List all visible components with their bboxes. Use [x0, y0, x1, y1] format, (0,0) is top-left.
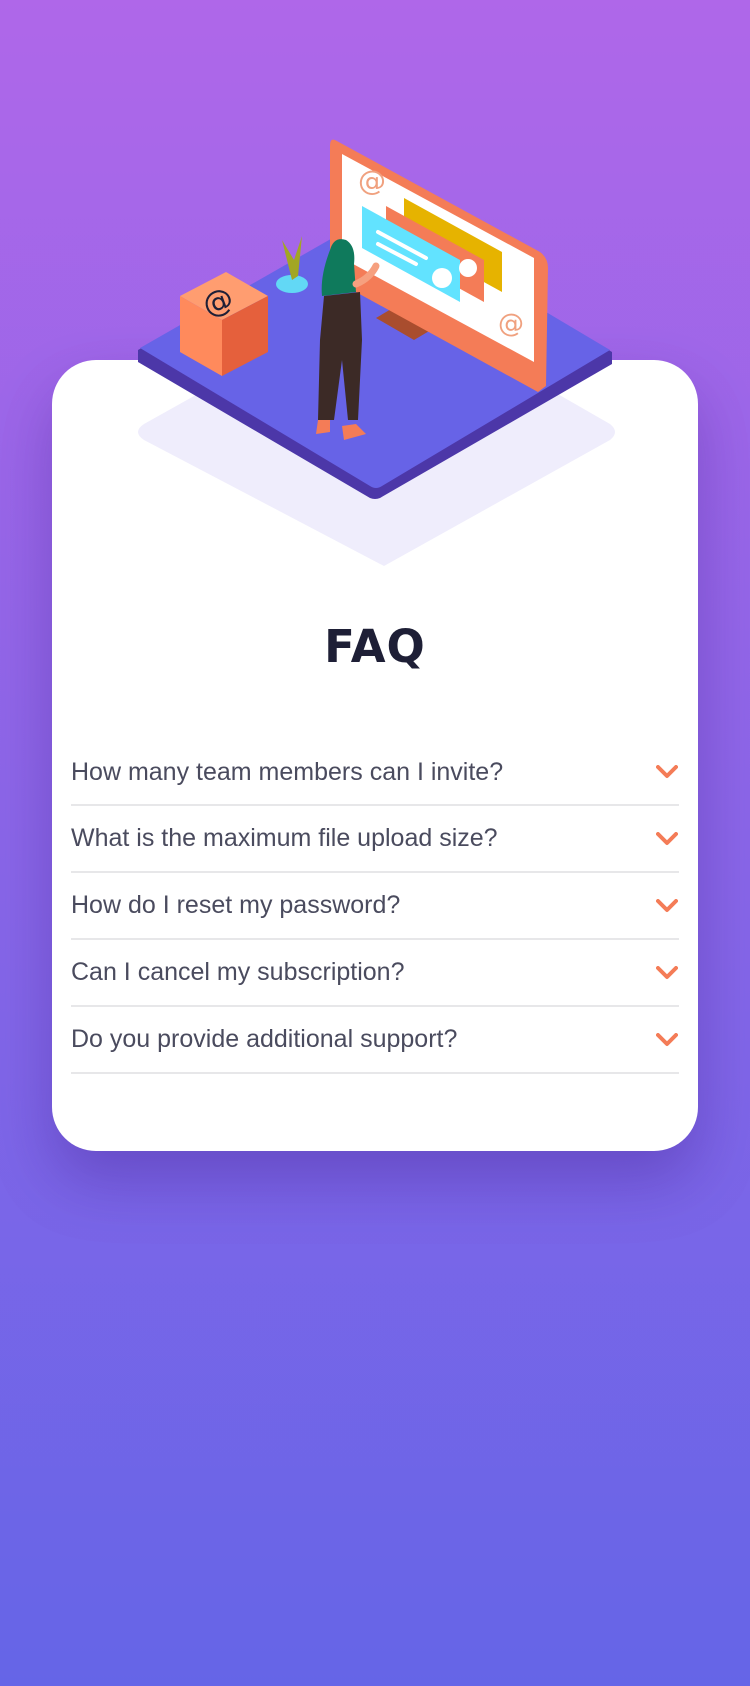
chevron-down-icon — [656, 1032, 678, 1046]
faq-question: Do you provide additional support? — [71, 1025, 458, 1053]
faq-question: Can I cancel my subscription? — [71, 958, 405, 986]
faq-item[interactable]: How many team members can I invite? — [71, 740, 679, 806]
chevron-down-icon — [656, 898, 678, 912]
screen-card-dot — [432, 268, 452, 288]
faq-list: How many team members can I invite? What… — [71, 740, 679, 1074]
page-title: FAQ — [324, 620, 426, 673]
faq-question: How do I reset my password? — [71, 891, 401, 919]
woman-shoe — [316, 420, 330, 434]
faq-item[interactable]: What is the maximum file upload size? — [71, 806, 679, 873]
chevron-down-icon — [656, 965, 678, 979]
chevron-down-icon — [656, 831, 678, 845]
woman-online-illustration: @ @ @ — [138, 139, 615, 566]
at-sign-icon-2: @ — [498, 309, 524, 339]
screen-card-dot-2 — [459, 259, 477, 277]
faq-item[interactable]: Do you provide additional support? — [71, 1007, 679, 1074]
faq-question: What is the maximum file upload size? — [71, 824, 498, 852]
chevron-down-icon — [656, 765, 678, 778]
faq-item[interactable]: Can I cancel my subscription? — [71, 940, 679, 1007]
faq-item[interactable]: How do I reset my password? — [71, 873, 679, 940]
faq-question: How many team members can I invite? — [71, 757, 504, 786]
at-sign-icon: @ — [358, 164, 386, 197]
